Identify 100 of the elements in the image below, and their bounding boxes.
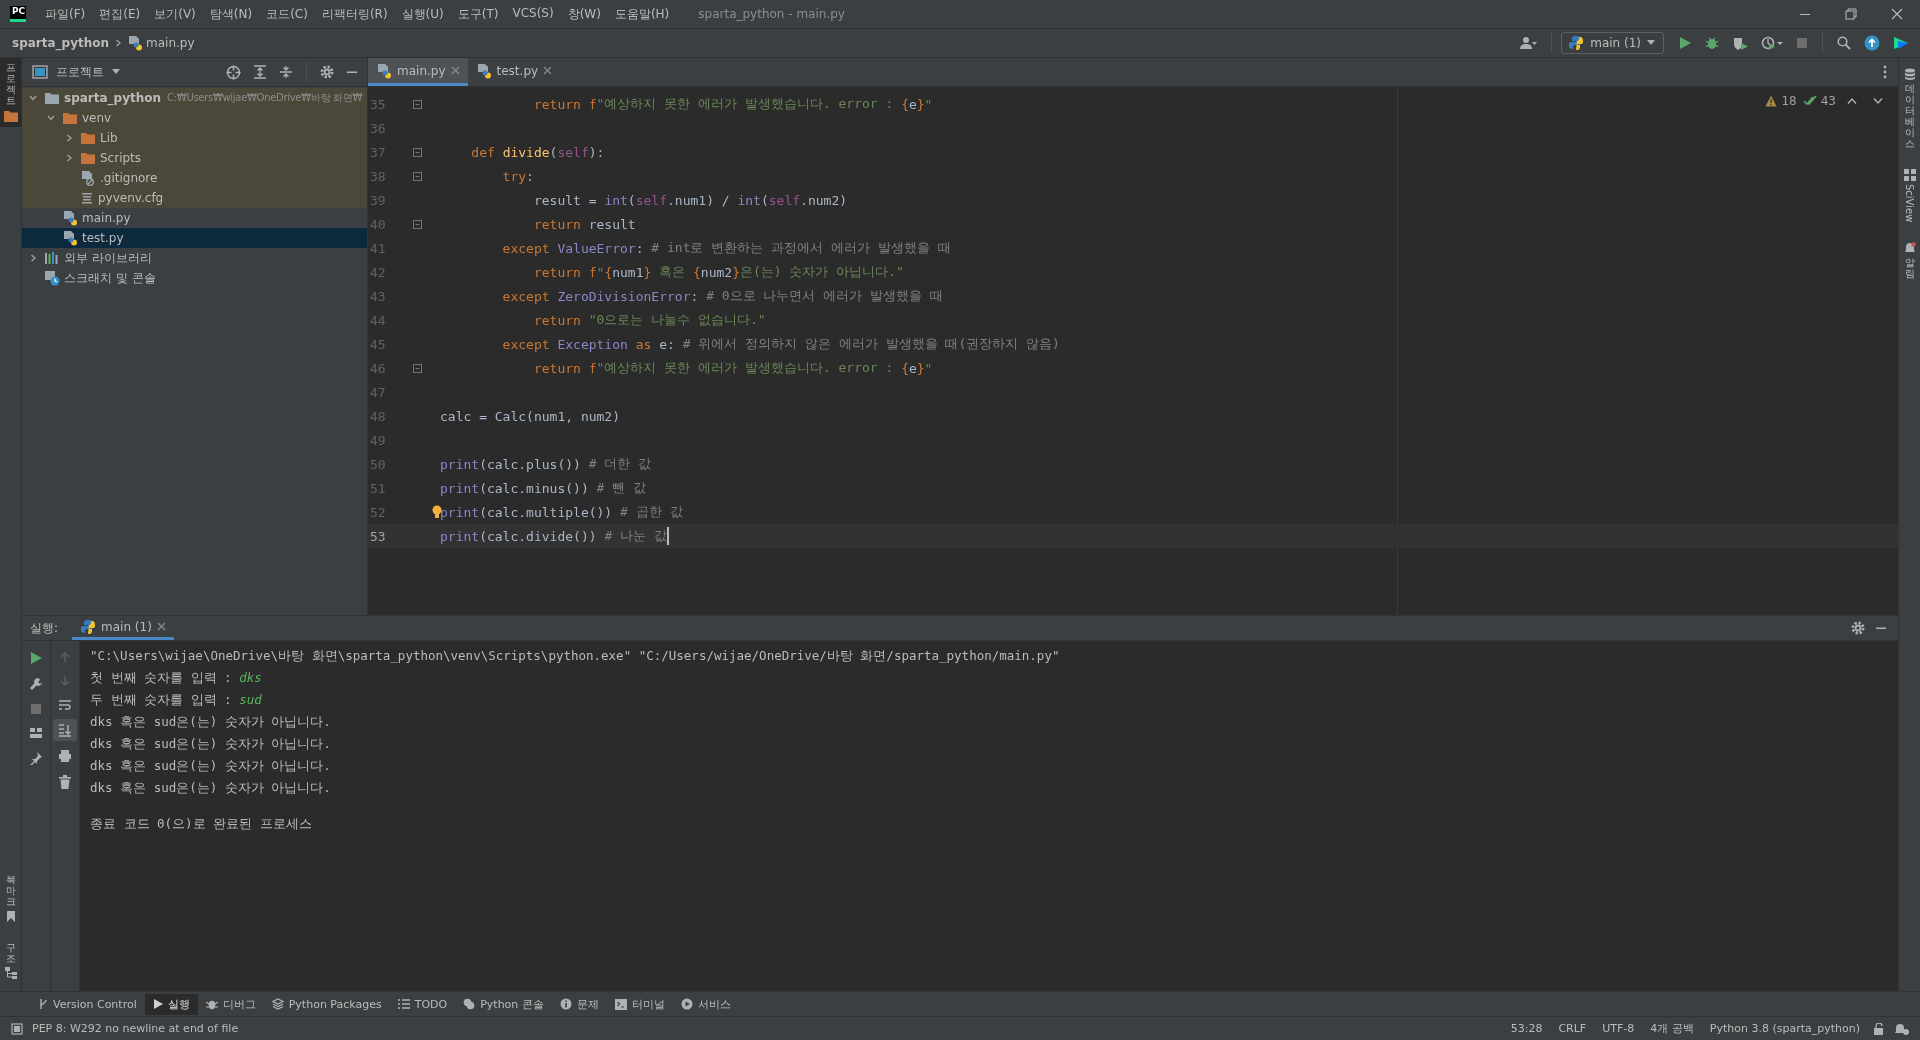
tree-item[interactable]: pyvenv.cfg: [22, 188, 367, 208]
tree-item[interactable]: venv: [22, 108, 367, 128]
menu-item[interactable]: 보기(V): [147, 5, 203, 23]
tool-window-tab[interactable]: Python 콘솔: [455, 993, 552, 1015]
breadcrumb-item[interactable]: main.py: [127, 35, 195, 51]
tree-item[interactable]: main.py: [22, 208, 367, 228]
lightbulb-icon[interactable]: [432, 505, 442, 519]
fold-marker-icon[interactable]: [412, 147, 422, 157]
coverage-shield-icon[interactable]: [1732, 36, 1748, 50]
menu-item[interactable]: 코드(C): [259, 5, 315, 23]
settings-icon[interactable]: [320, 65, 334, 79]
collapse-chevron-icon[interactable]: [46, 113, 56, 123]
project-view-dropdown[interactable]: 프로젝트: [32, 63, 120, 81]
status-item[interactable]: Python 3.8 (sparta_python): [1701, 1022, 1868, 1035]
run-icon[interactable]: [1678, 36, 1692, 50]
close-tab-icon[interactable]: [543, 66, 553, 75]
menu-item[interactable]: 실행(U): [394, 5, 451, 23]
sciview-tool-button[interactable]: SciView: [1899, 165, 1920, 227]
restore-button[interactable]: [1845, 8, 1857, 20]
tool-window-tab[interactable]: Python Packages: [263, 994, 390, 1014]
pin-icon[interactable]: [29, 751, 43, 765]
rerun-icon[interactable]: [29, 651, 43, 665]
expand-chevron-icon[interactable]: [64, 133, 74, 143]
warning-count[interactable]: 18: [1765, 94, 1797, 108]
plugin-logo-icon[interactable]: [1893, 35, 1909, 51]
notifications-icon[interactable]: [1895, 1022, 1909, 1035]
fold-marker-icon[interactable]: [412, 363, 422, 373]
database-tool-button[interactable]: 데이터베이스: [1899, 64, 1920, 153]
tree-item[interactable]: Lib: [22, 128, 367, 148]
tool-window-tab[interactable]: Version Control: [30, 994, 145, 1014]
search-icon[interactable]: [1837, 36, 1851, 50]
update-icon[interactable]: [1864, 35, 1880, 51]
typo-count[interactable]: 43: [1802, 94, 1836, 108]
tree-item[interactable]: Scripts: [22, 148, 367, 168]
structure-tool-button[interactable]: 구조: [0, 938, 21, 983]
tool-window-tab[interactable]: TODO: [389, 994, 456, 1014]
fold-marker-icon[interactable]: [412, 171, 422, 181]
menu-item[interactable]: 도구(T): [450, 5, 506, 23]
scroll-to-end-icon[interactable]: [58, 723, 72, 737]
file-tab[interactable]: test.py: [467, 58, 561, 86]
list-icon: [397, 999, 410, 1009]
lock-icon[interactable]: [1873, 1022, 1885, 1035]
tool-window-tab[interactable]: 문제: [551, 993, 607, 1015]
expand-chevron-icon[interactable]: [28, 253, 38, 263]
debug-bug-icon[interactable]: [1705, 36, 1719, 50]
tree-item[interactable]: sparta_python C:₩Users₩wijae₩OneDrive₩바탕 화면₩: [22, 88, 367, 108]
line-number: 43: [369, 288, 387, 304]
soft-wrap-icon[interactable]: [58, 699, 72, 711]
close-tab-icon[interactable]: [156, 622, 166, 631]
tree-item[interactable]: .gitignore: [22, 168, 367, 188]
expand-all-icon[interactable]: [253, 65, 267, 79]
trash-icon[interactable]: [59, 775, 71, 789]
next-problem-icon[interactable]: [1873, 97, 1883, 105]
wrench-icon[interactable]: [29, 677, 43, 691]
line-number: 46: [369, 360, 387, 376]
fold-marker-icon[interactable]: [412, 99, 422, 109]
fold-marker-icon[interactable]: [412, 219, 422, 229]
expand-chevron-icon[interactable]: [64, 153, 74, 163]
tool-window-tab[interactable]: 서비스: [672, 993, 739, 1015]
collapse-all-icon[interactable]: [279, 65, 293, 79]
console-line: 종료 코드 0(으)로 완료된 프로세스: [90, 815, 313, 833]
code-line: print(calc.plus()) # 더한 값: [440, 455, 652, 473]
toggle-panels-icon[interactable]: [11, 1022, 23, 1035]
status-item[interactable]: 4개 공백: [1642, 1021, 1702, 1036]
tool-window-tab[interactable]: 터미널: [606, 993, 673, 1015]
menu-item[interactable]: 리팩터링(R): [314, 5, 395, 23]
code-line: print(calc.minus()) # 뺀 값: [440, 479, 647, 497]
python-file-icon: [62, 210, 78, 226]
menu-item[interactable]: 편집(E): [92, 5, 148, 23]
tree-item[interactable]: test.py: [22, 228, 367, 248]
file-tab[interactable]: main.py: [368, 58, 468, 86]
layout-icon[interactable]: [29, 727, 43, 739]
profiler-icon[interactable]: [1761, 36, 1783, 50]
menu-item[interactable]: 도움말(H): [607, 5, 677, 23]
tool-window-tab[interactable]: 실행: [144, 993, 198, 1015]
info-icon: [559, 998, 572, 1010]
menu-item[interactable]: 창(W): [560, 5, 608, 23]
menu-item[interactable]: 탐색(N): [202, 5, 260, 23]
previous-problem-icon[interactable]: [1847, 97, 1857, 105]
tool-window-tab[interactable]: 디버그: [197, 993, 264, 1015]
more-options-icon[interactable]: [1883, 65, 1887, 79]
tree-item[interactable]: 외부 라이브러리: [22, 248, 367, 268]
user-icon[interactable]: [1519, 36, 1538, 50]
menu-item[interactable]: VCS(S): [505, 5, 561, 23]
locate-file-icon[interactable]: [226, 64, 241, 80]
breadcrumb-item[interactable]: sparta_python: [12, 36, 110, 50]
tree-item[interactable]: 스크래치 및 콘솔: [22, 268, 367, 288]
print-icon[interactable]: [58, 749, 72, 763]
run-config-dropdown[interactable]: main (1): [1561, 32, 1664, 54]
project-tool-button[interactable]: 프로젝트: [0, 58, 21, 127]
close-button[interactable]: [1891, 8, 1903, 20]
settings-icon[interactable]: [1851, 621, 1865, 635]
bookmarks-tool-button[interactable]: 북마크: [0, 870, 21, 926]
notifications-tool-button[interactable]: 알림: [1899, 238, 1920, 284]
menu-item[interactable]: 파일(F): [38, 5, 93, 23]
scroll-to-end-button[interactable]: [53, 719, 77, 741]
status-item[interactable]: UTF-8: [1594, 1022, 1643, 1035]
status-item[interactable]: 53:28: [1502, 1022, 1551, 1035]
status-item[interactable]: CRLF: [1550, 1022, 1595, 1035]
collapse-chevron-icon[interactable]: [28, 93, 38, 103]
